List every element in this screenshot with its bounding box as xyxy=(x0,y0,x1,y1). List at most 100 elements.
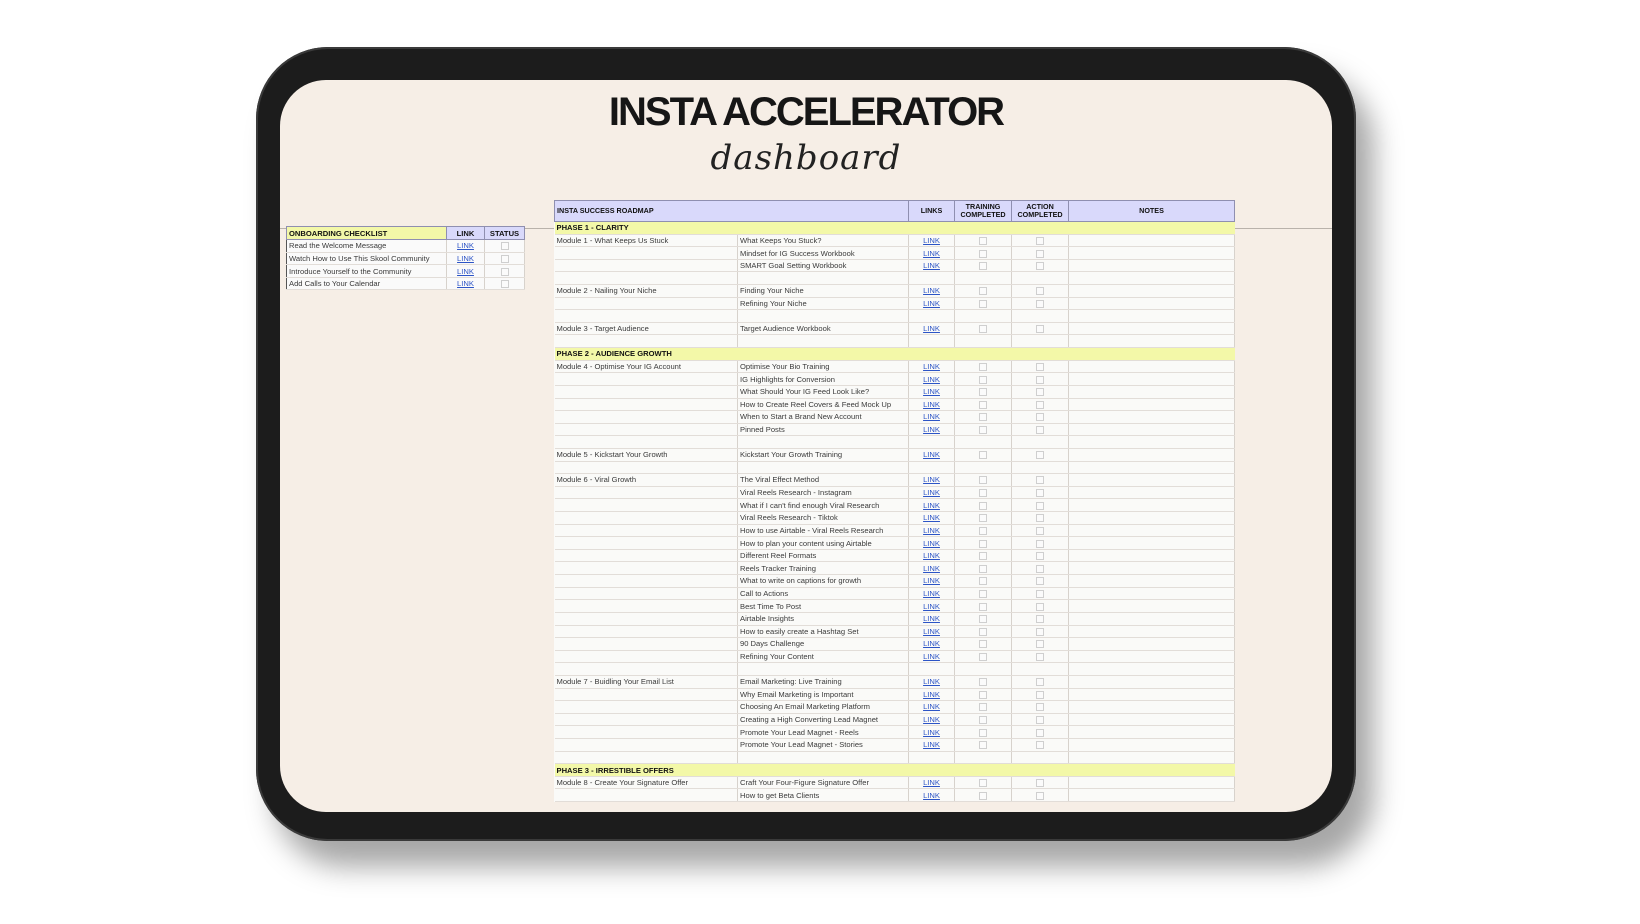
action-completed-checkbox[interactable] xyxy=(1036,299,1045,308)
training-completed-checkbox[interactable] xyxy=(979,703,988,712)
notes-cell[interactable] xyxy=(1068,549,1236,563)
lesson-link[interactable]: LINK xyxy=(908,587,956,601)
action-completed-checkbox[interactable] xyxy=(1036,690,1045,699)
training-completed-checkbox[interactable] xyxy=(979,577,988,586)
notes-cell[interactable] xyxy=(1068,498,1236,513)
action-completed-checkbox[interactable] xyxy=(1036,325,1045,334)
notes-cell[interactable] xyxy=(1068,625,1236,639)
notes-cell[interactable] xyxy=(1068,599,1236,613)
lesson-link[interactable]: LINK xyxy=(908,398,956,412)
training-completed-checkbox[interactable] xyxy=(979,476,988,485)
lesson-link[interactable]: LINK xyxy=(908,612,956,626)
notes-cell[interactable] xyxy=(1068,650,1236,664)
training-completed-checkbox[interactable] xyxy=(979,640,988,649)
lesson-link[interactable]: LINK xyxy=(908,738,956,752)
lesson-link[interactable]: LINK xyxy=(908,234,956,248)
action-completed-checkbox[interactable] xyxy=(1036,426,1045,435)
training-completed-checkbox[interactable] xyxy=(979,552,988,561)
training-completed-checkbox[interactable] xyxy=(979,564,988,573)
lesson-link[interactable]: LINK xyxy=(908,360,956,374)
notes-cell[interactable] xyxy=(1068,398,1236,412)
training-completed-checkbox[interactable] xyxy=(979,249,988,258)
lesson-link[interactable]: LINK xyxy=(908,423,956,437)
lesson-link[interactable]: LINK xyxy=(908,688,956,702)
lesson-link[interactable]: LINK xyxy=(908,536,956,550)
notes-cell[interactable] xyxy=(1068,713,1236,727)
training-completed-checkbox[interactable] xyxy=(979,615,988,624)
action-completed-checkbox[interactable] xyxy=(1036,451,1045,460)
training-completed-checkbox[interactable] xyxy=(979,413,988,422)
lesson-link[interactable]: LINK xyxy=(908,524,956,538)
action-completed-checkbox[interactable] xyxy=(1036,779,1045,788)
lesson-link[interactable]: LINK xyxy=(908,561,956,576)
action-completed-checkbox[interactable] xyxy=(1036,564,1045,573)
lesson-link[interactable]: LINK xyxy=(908,776,956,790)
notes-cell[interactable] xyxy=(1068,561,1236,576)
action-completed-checkbox[interactable] xyxy=(1036,262,1045,271)
lesson-link[interactable]: LINK xyxy=(908,650,956,664)
notes-cell[interactable] xyxy=(1068,284,1236,298)
notes-cell[interactable] xyxy=(1068,637,1236,651)
notes-cell[interactable] xyxy=(1068,423,1236,437)
training-completed-checkbox[interactable] xyxy=(979,375,988,384)
onboarding-link[interactable]: LINK xyxy=(446,252,485,266)
action-completed-checkbox[interactable] xyxy=(1036,791,1045,800)
notes-cell[interactable] xyxy=(1068,788,1236,803)
notes-cell[interactable] xyxy=(1068,246,1236,260)
lesson-link[interactable]: LINK xyxy=(908,385,956,399)
notes-cell[interactable] xyxy=(1068,511,1236,525)
lesson-link[interactable]: LINK xyxy=(908,246,956,260)
action-completed-checkbox[interactable] xyxy=(1036,615,1045,624)
notes-cell[interactable] xyxy=(1068,385,1236,399)
action-completed-checkbox[interactable] xyxy=(1036,236,1045,245)
notes-cell[interactable] xyxy=(1068,360,1236,374)
training-completed-checkbox[interactable] xyxy=(979,363,988,371)
lesson-link[interactable]: LINK xyxy=(908,511,956,525)
lesson-link[interactable]: LINK xyxy=(908,486,956,500)
action-completed-checkbox[interactable] xyxy=(1036,589,1045,598)
action-completed-checkbox[interactable] xyxy=(1036,363,1045,371)
lesson-link[interactable]: LINK xyxy=(908,448,956,462)
training-completed-checkbox[interactable] xyxy=(979,501,988,510)
notes-cell[interactable] xyxy=(1068,675,1236,689)
training-completed-checkbox[interactable] xyxy=(979,451,988,460)
onboarding-status-checkbox[interactable] xyxy=(500,267,509,276)
lesson-link[interactable]: LINK xyxy=(908,625,956,639)
lesson-link[interactable]: LINK xyxy=(908,322,956,336)
action-completed-checkbox[interactable] xyxy=(1036,539,1045,548)
notes-cell[interactable] xyxy=(1068,574,1236,588)
training-completed-checkbox[interactable] xyxy=(979,741,988,750)
training-completed-checkbox[interactable] xyxy=(979,388,988,397)
training-completed-checkbox[interactable] xyxy=(979,526,988,535)
action-completed-checkbox[interactable] xyxy=(1036,400,1045,409)
onboarding-status-checkbox[interactable] xyxy=(500,254,509,263)
notes-cell[interactable] xyxy=(1068,448,1236,462)
notes-cell[interactable] xyxy=(1068,297,1236,311)
action-completed-checkbox[interactable] xyxy=(1036,249,1045,258)
onboarding-link[interactable]: LINK xyxy=(446,264,485,278)
notes-cell[interactable] xyxy=(1068,410,1236,424)
lesson-link[interactable]: LINK xyxy=(908,700,956,714)
lesson-link[interactable]: LINK xyxy=(908,410,956,424)
notes-cell[interactable] xyxy=(1068,486,1236,500)
notes-cell[interactable] xyxy=(1068,725,1236,739)
notes-cell[interactable] xyxy=(1068,688,1236,702)
onboarding-status-checkbox[interactable] xyxy=(500,280,509,289)
action-completed-checkbox[interactable] xyxy=(1036,375,1045,384)
lesson-link[interactable]: LINK xyxy=(908,788,956,803)
training-completed-checkbox[interactable] xyxy=(979,426,988,435)
training-completed-checkbox[interactable] xyxy=(979,602,988,611)
action-completed-checkbox[interactable] xyxy=(1036,703,1045,712)
training-completed-checkbox[interactable] xyxy=(979,627,988,636)
training-completed-checkbox[interactable] xyxy=(979,779,988,788)
lesson-link[interactable]: LINK xyxy=(908,297,956,311)
action-completed-checkbox[interactable] xyxy=(1036,627,1045,636)
notes-cell[interactable] xyxy=(1068,738,1236,752)
action-completed-checkbox[interactable] xyxy=(1036,728,1045,737)
training-completed-checkbox[interactable] xyxy=(979,728,988,737)
action-completed-checkbox[interactable] xyxy=(1036,678,1045,687)
training-completed-checkbox[interactable] xyxy=(979,690,988,699)
action-completed-checkbox[interactable] xyxy=(1036,653,1045,662)
notes-cell[interactable] xyxy=(1068,322,1236,336)
lesson-link[interactable]: LINK xyxy=(908,259,956,273)
